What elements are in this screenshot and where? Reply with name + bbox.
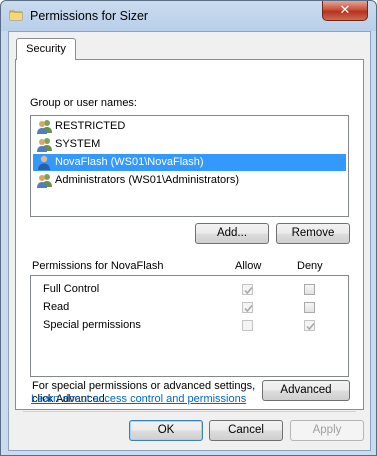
window-title: Permissions for Sizer [30, 9, 149, 23]
group-names-label: Group or user names: [30, 97, 137, 109]
ok-button[interactable]: OK [129, 420, 203, 441]
advanced-hint-line1: For special permissions or advanced sett… [32, 380, 256, 392]
close-button[interactable]: ✕ [322, 1, 368, 21]
full-control-deny-checkbox[interactable] [304, 284, 315, 295]
apply-button[interactable]: Apply [290, 420, 364, 441]
permissions-dialog: Permissions for Sizer ✕ Security Group o… [0, 0, 377, 456]
user-group-icon [36, 118, 53, 135]
full-control-allow-checkbox[interactable] [242, 284, 253, 295]
folder-icon [9, 8, 23, 22]
cancel-button[interactable]: Cancel [209, 420, 283, 441]
list-item-administrators[interactable]: Administrators (WS01\Administrators) [33, 172, 346, 189]
list-item-label: NovaFlash (WS01\NovaFlash) [55, 156, 204, 168]
user-icon [36, 154, 53, 171]
tab-label: Security [26, 43, 66, 55]
list-item-system[interactable]: SYSTEM [33, 136, 346, 153]
check-icon [306, 322, 315, 331]
permission-read: Read [43, 301, 70, 313]
permission-full-control: Full Control [43, 283, 100, 295]
special-allow-checkbox[interactable] [242, 320, 253, 331]
read-deny-checkbox[interactable] [304, 302, 315, 313]
access-control-help-link[interactable]: Learn about access control and permissio… [31, 393, 246, 405]
user-group-icon [36, 136, 53, 153]
permissions-list: Full Control Read Special permissions [30, 275, 349, 377]
special-deny-checkbox[interactable] [304, 320, 315, 331]
check-icon [244, 286, 253, 295]
deny-column-header: Deny [297, 260, 323, 272]
read-allow-checkbox[interactable] [242, 302, 253, 313]
user-list[interactable]: RESTRICTED SYSTEM NovaFlash (WS01\NovaFl… [30, 115, 349, 217]
remove-button[interactable]: Remove [276, 223, 350, 244]
list-item-label: Administrators (WS01\Administrators) [55, 174, 239, 186]
separator [23, 411, 356, 412]
list-item-restricted[interactable]: RESTRICTED [33, 118, 346, 135]
add-button[interactable]: Add... [195, 223, 269, 244]
list-item-novaflash[interactable]: NovaFlash (WS01\NovaFlash) [33, 154, 346, 171]
title-bar[interactable]: Permissions for Sizer ✕ [1, 1, 376, 31]
list-item-label: RESTRICTED [55, 120, 126, 132]
tab-security[interactable]: Security [16, 38, 76, 60]
check-icon [244, 304, 253, 313]
permissions-header: Permissions for NovaFlash [32, 260, 164, 272]
dialog-client-area: Security Group or user names: RESTRICTED… [8, 31, 371, 451]
advanced-button[interactable]: Advanced [262, 380, 350, 401]
list-item-label: SYSTEM [55, 138, 101, 150]
allow-column-header: Allow [235, 260, 262, 272]
permission-special: Special permissions [43, 319, 141, 331]
security-tab-panel: Group or user names: RESTRICTED SYSTEM N… [15, 59, 364, 410]
close-icon: ✕ [339, 2, 351, 17]
user-group-icon [36, 172, 53, 189]
